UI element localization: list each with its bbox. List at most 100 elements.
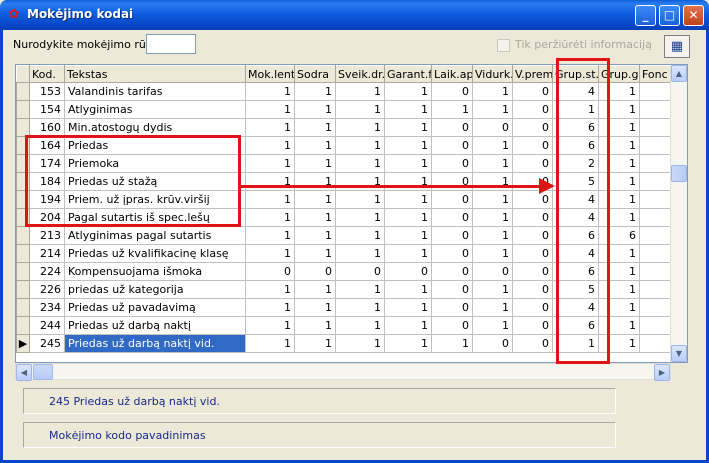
row-indicator[interactable] <box>16 298 30 317</box>
code-cell[interactable]: 244 <box>29 316 65 335</box>
code-cell[interactable]: 226 <box>29 280 65 299</box>
value-cell[interactable]: 0 <box>472 262 513 281</box>
value-cell[interactable]: 1 <box>384 280 432 299</box>
value-cell[interactable]: 0 <box>431 190 473 209</box>
value-cell[interactable]: 1 <box>598 190 640 209</box>
value-cell[interactable]: 4 <box>552 244 599 263</box>
table-row[interactable]: ▶ 245 Priedas už darbą naktį vid. 1 1 1 1 1 0 0 1 1 <box>16 334 672 353</box>
code-cell[interactable]: 164 <box>29 136 65 155</box>
row-indicator[interactable] <box>16 154 30 173</box>
value-cell[interactable]: 0 <box>512 298 553 317</box>
value-cell[interactable]: 0 <box>512 244 553 263</box>
value-cell[interactable]: 1 <box>384 334 432 353</box>
value-cell[interactable]: 0 <box>431 208 473 227</box>
text-cell[interactable]: Priemoka <box>64 154 246 173</box>
value-cell[interactable] <box>639 298 672 317</box>
row-indicator[interactable] <box>16 82 30 101</box>
value-cell[interactable]: 0 <box>512 82 553 101</box>
table-row[interactable]: 204 Pagal sutartis iš spec.lešų 1 1 1 1 0 1 0 4 1 <box>16 208 672 227</box>
table-row[interactable]: 224 Kompensuojama išmoka 0 0 0 0 0 0 0 6 1 <box>16 262 672 281</box>
value-cell[interactable]: 1 <box>245 280 295 299</box>
table-row[interactable]: 226 priedas už kategorija 1 1 1 1 0 1 0 5 1 <box>16 280 672 299</box>
value-cell[interactable]: 1 <box>384 226 432 245</box>
vertical-scroll-thumb[interactable] <box>671 165 687 182</box>
code-cell[interactable]: 224 <box>29 262 65 281</box>
table-row[interactable]: 213 Atlyginimas pagal sutartis 1 1 1 1 0 1 0 6 6 <box>16 226 672 245</box>
code-cell[interactable]: 213 <box>29 226 65 245</box>
value-cell[interactable]: 6 <box>552 226 599 245</box>
column-header[interactable]: Laik.aps <box>431 65 473 83</box>
value-cell[interactable] <box>639 190 672 209</box>
value-cell[interactable] <box>639 100 672 119</box>
code-cell[interactable]: 234 <box>29 298 65 317</box>
maximize-button[interactable]: □ <box>659 5 680 26</box>
value-cell[interactable]: 1 <box>294 136 336 155</box>
value-cell[interactable]: 1 <box>335 100 385 119</box>
value-cell[interactable]: 1 <box>384 208 432 227</box>
value-cell[interactable]: 0 <box>512 316 553 335</box>
value-cell[interactable]: 1 <box>598 208 640 227</box>
value-cell[interactable]: 1 <box>294 208 336 227</box>
text-cell[interactable]: priedas už kategorija <box>64 280 246 299</box>
value-cell[interactable]: 1 <box>294 82 336 101</box>
value-cell[interactable]: 4 <box>552 190 599 209</box>
text-cell[interactable]: Atlyginimas pagal sutartis <box>64 226 246 245</box>
value-cell[interactable]: 1 <box>598 316 640 335</box>
value-cell[interactable]: 1 <box>245 100 295 119</box>
value-cell[interactable]: 4 <box>552 298 599 317</box>
value-cell[interactable]: 1 <box>335 316 385 335</box>
value-cell[interactable]: 0 <box>335 262 385 281</box>
code-cell[interactable]: 245 <box>29 334 65 353</box>
code-cell[interactable]: 174 <box>29 154 65 173</box>
value-cell[interactable]: 0 <box>431 118 473 137</box>
column-header[interactable]: Grup.ga <box>598 65 640 83</box>
value-cell[interactable]: 1 <box>472 244 513 263</box>
value-cell[interactable]: 0 <box>431 136 473 155</box>
value-cell[interactable]: 1 <box>472 154 513 173</box>
value-cell[interactable]: 1 <box>598 172 640 191</box>
value-cell[interactable]: 0 <box>294 262 336 281</box>
code-cell[interactable]: 184 <box>29 172 65 191</box>
value-cell[interactable]: 1 <box>472 226 513 245</box>
row-indicator[interactable] <box>16 280 30 299</box>
value-cell[interactable] <box>639 334 672 353</box>
text-cell[interactable]: Pagal sutartis iš spec.lešų <box>64 208 246 227</box>
value-cell[interactable]: 1 <box>472 280 513 299</box>
row-indicator[interactable] <box>16 226 30 245</box>
table-row[interactable]: 194 Priem. už įpras. krūv.viršij 1 1 1 1 0 1 0 4 1 <box>16 190 672 209</box>
export-button[interactable]: ▦ <box>664 35 690 58</box>
text-cell[interactable]: Priem. už įpras. krūv.viršij <box>64 190 246 209</box>
value-cell[interactable]: 1 <box>598 136 640 155</box>
text-cell[interactable]: Kompensuojama išmoka <box>64 262 246 281</box>
value-cell[interactable]: 1 <box>598 100 640 119</box>
value-cell[interactable]: 1 <box>384 136 432 155</box>
value-cell[interactable]: 1 <box>472 298 513 317</box>
value-cell[interactable]: 1 <box>294 154 336 173</box>
scroll-right-button[interactable]: ▶ <box>654 364 670 381</box>
value-cell[interactable]: 1 <box>245 226 295 245</box>
value-cell[interactable]: 1 <box>245 154 295 173</box>
value-cell[interactable]: 1 <box>598 154 640 173</box>
value-cell[interactable]: 1 <box>335 82 385 101</box>
value-cell[interactable]: 1 <box>552 334 599 353</box>
value-cell[interactable]: 0 <box>512 100 553 119</box>
column-header[interactable]: Fonc <box>639 65 672 83</box>
value-cell[interactable]: 0 <box>472 334 513 353</box>
code-cell[interactable]: 160 <box>29 118 65 137</box>
column-header[interactable]: Sodra <box>294 65 336 83</box>
row-indicator[interactable] <box>16 118 30 137</box>
table-row[interactable]: 174 Priemoka 1 1 1 1 0 1 0 2 1 <box>16 154 672 173</box>
value-cell[interactable]: 5 <box>552 280 599 299</box>
value-cell[interactable]: 0 <box>431 280 473 299</box>
text-cell[interactable]: Priedas už pavadavimą <box>64 298 246 317</box>
value-cell[interactable]: 0 <box>431 316 473 335</box>
value-cell[interactable]: 1 <box>384 82 432 101</box>
value-cell[interactable]: 0 <box>245 262 295 281</box>
value-cell[interactable]: 1 <box>335 226 385 245</box>
value-cell[interactable]: 1 <box>245 298 295 317</box>
code-cell[interactable]: 194 <box>29 190 65 209</box>
value-cell[interactable]: 1 <box>384 316 432 335</box>
value-cell[interactable]: 6 <box>552 316 599 335</box>
value-cell[interactable]: 1 <box>384 298 432 317</box>
row-indicator[interactable] <box>16 172 30 191</box>
